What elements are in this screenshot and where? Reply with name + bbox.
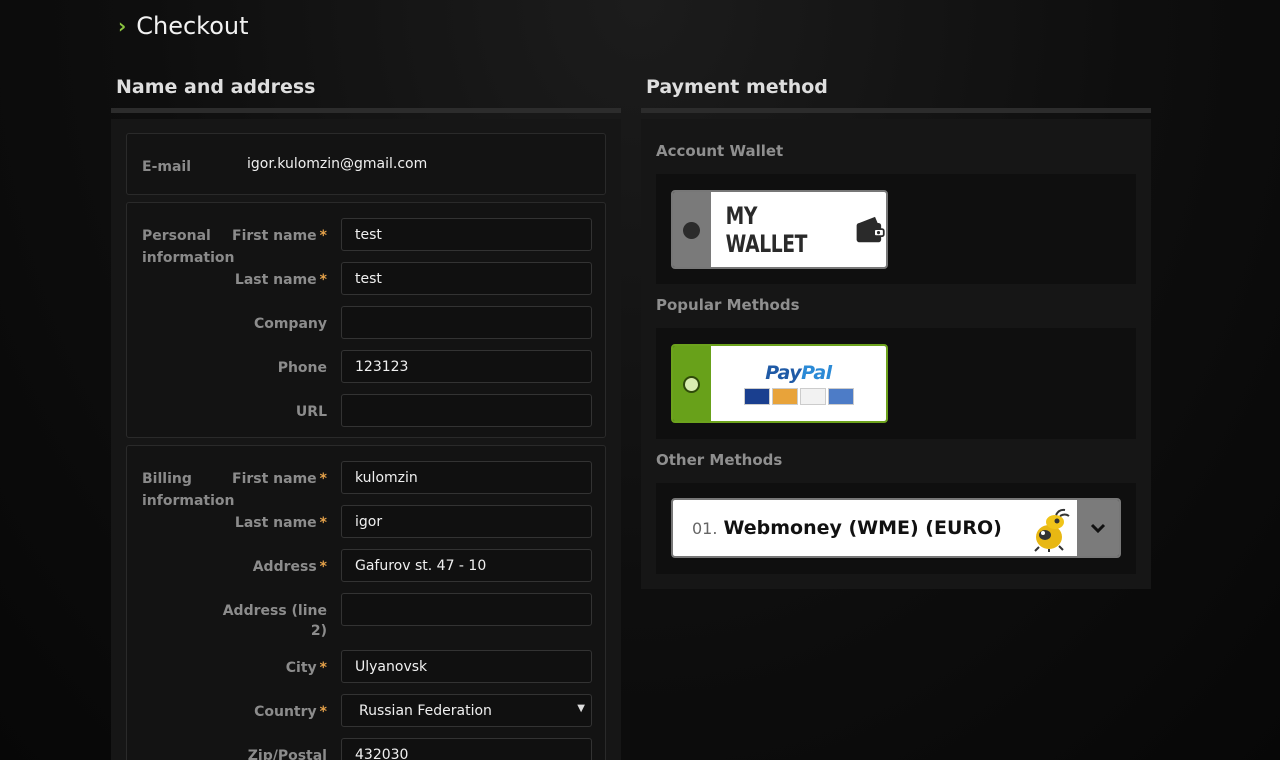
divider: [641, 108, 1151, 113]
method-number: 01.: [692, 518, 718, 538]
last-name-input[interactable]: test: [341, 262, 592, 295]
card-logos: [743, 388, 854, 405]
zip-input[interactable]: 432030: [341, 738, 592, 760]
page-title: Checkout: [136, 12, 249, 40]
company-label: Company: [253, 316, 327, 332]
email-value: igor.kulomzin@gmail.com: [247, 156, 428, 172]
country-row: Country * Russian Federation ▼: [227, 694, 592, 728]
billing-first-name-input[interactable]: kulomzin: [341, 461, 592, 494]
paypal-card-face: PayPal: [711, 346, 886, 421]
divider: [111, 108, 621, 113]
payment-panel: Account Wallet MY WALLET Popular Methods: [641, 119, 1151, 589]
url-label: URL: [295, 404, 327, 420]
method-name: Webmoney (WME) (EURO): [723, 517, 1002, 539]
first-name-input[interactable]: test: [341, 218, 592, 251]
phone-input[interactable]: 123123: [341, 350, 592, 383]
country-select[interactable]: Russian Federation ▼: [341, 694, 592, 727]
wallet-card-face: MY WALLET: [711, 192, 886, 267]
url-row: URL: [227, 394, 592, 428]
wallet-icon: [857, 216, 886, 242]
other-methods-label: Other Methods: [656, 451, 783, 469]
city-row: City * Ulyanovsk: [227, 650, 592, 684]
email-label: E-mail: [142, 159, 192, 175]
other-methods-select[interactable]: 01. Webmoney (WME) (EURO): [671, 498, 1121, 558]
phone-label: Phone: [277, 360, 327, 376]
address-label: Address *: [252, 559, 327, 575]
amex-card-icon: [827, 388, 854, 405]
my-wallet-option[interactable]: MY WALLET: [671, 190, 888, 269]
billing-last-name-row: Last name * igor: [227, 505, 592, 539]
zip-label: Zip/Postal: [247, 748, 327, 760]
company-row: Company: [227, 306, 592, 340]
my-wallet-text: MY WALLET: [725, 201, 808, 258]
webmoney-bug-icon: [1034, 508, 1070, 552]
phone-row: Phone 123123: [227, 350, 592, 384]
paypal-logo: PayPal: [743, 362, 854, 405]
billing-fieldset: Billing information First name * kulomzin…: [126, 445, 606, 760]
other-methods-value: 01. Webmoney (WME) (EURO): [673, 500, 1077, 556]
address-panel: E-mail igor.kulomzin@gmail.com Personal …: [111, 119, 621, 760]
popular-methods-label: Popular Methods: [656, 296, 800, 314]
address-line2-input[interactable]: [341, 593, 592, 626]
account-wallet-label: Account Wallet: [656, 142, 784, 160]
personal-last-name-row: Last name * test: [227, 262, 592, 296]
first-name-label: First name *: [232, 228, 327, 244]
discover-card-icon: [799, 388, 826, 405]
visa-card-icon: [743, 388, 770, 405]
paypal-option[interactable]: PayPal: [671, 344, 888, 423]
last-name-label: Last name *: [234, 272, 327, 288]
chevron-down-icon: [1090, 523, 1106, 534]
company-input[interactable]: [341, 306, 592, 339]
city-input[interactable]: Ulyanovsk: [341, 650, 592, 683]
address-line2-label: Address (line 2): [222, 603, 327, 639]
country-select-value: Russian Federation: [359, 703, 492, 719]
wallet-method-box: MY WALLET: [656, 174, 1136, 284]
select-caret-icon: ▼: [577, 703, 585, 714]
email-fieldset: E-mail igor.kulomzin@gmail.com: [126, 133, 606, 195]
dropdown-toggle[interactable]: [1077, 500, 1119, 556]
payment-column: Payment method Account Wallet MY WALLET: [641, 72, 1151, 589]
radio-dot-icon: [683, 222, 700, 239]
url-input[interactable]: [341, 394, 592, 427]
billing-last-name-label: Last name *: [234, 515, 327, 531]
other-method-box: 01. Webmoney (WME) (EURO): [656, 483, 1136, 574]
address-row: Address * Gafurov st. 47 - 10: [227, 549, 592, 583]
country-label: Country *: [254, 704, 327, 720]
address-line2-row: Address (line 2): [223, 593, 592, 643]
name-address-column: Name and address E-mail igor.kulomzin@gm…: [111, 72, 621, 760]
paypal-radio[interactable]: [673, 346, 711, 421]
billing-first-name-row: First name * kulomzin: [227, 461, 592, 495]
wallet-radio[interactable]: [673, 192, 711, 267]
personal-fieldset: Personal information First name * test La…: [126, 202, 606, 438]
address-input[interactable]: Gafurov st. 47 - 10: [341, 549, 592, 582]
name-address-title: Name and address: [116, 76, 316, 98]
popular-method-box: PayPal: [656, 328, 1136, 439]
chevron-right-icon: ›: [118, 14, 127, 38]
mastercard-icon: [771, 388, 798, 405]
city-label: City *: [285, 660, 327, 676]
page-header: › Checkout: [118, 12, 249, 40]
billing-first-name-label: First name *: [232, 471, 327, 487]
billing-last-name-input[interactable]: igor: [341, 505, 592, 538]
radio-dot-icon: [683, 376, 700, 393]
personal-first-name-row: First name * test: [227, 218, 592, 252]
zip-row: Zip/Postal 432030: [227, 738, 592, 760]
payment-method-title: Payment method: [646, 76, 828, 98]
